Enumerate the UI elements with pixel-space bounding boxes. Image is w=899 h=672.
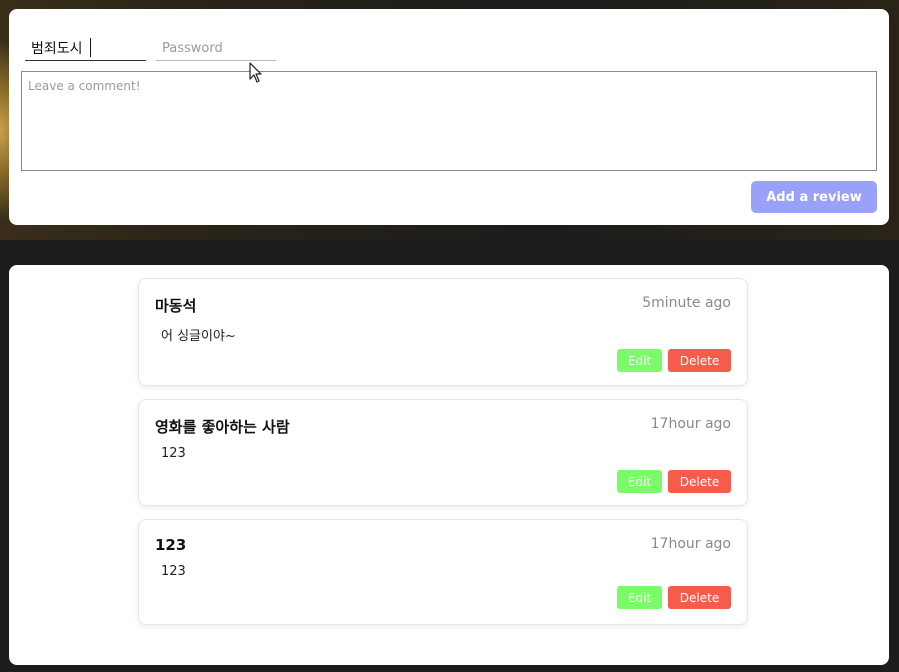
review-time: 5minute ago	[642, 295, 731, 311]
password-input[interactable]	[156, 35, 276, 61]
text-caret	[90, 38, 91, 57]
review-content: 어 싱글이야~	[161, 329, 236, 344]
review-card: 123 17hour ago 123 Edit Delete	[138, 519, 748, 625]
name-input[interactable]	[25, 35, 146, 61]
edit-button[interactable]: Edit	[617, 470, 662, 493]
reviews-list-panel: 마동석 5minute ago 어 싱글이야~ Edit Delete 영화를 …	[9, 265, 889, 665]
delete-button[interactable]: Delete	[668, 470, 731, 493]
edit-button[interactable]: Edit	[617, 349, 662, 372]
add-review-button[interactable]: Add a review	[751, 181, 877, 213]
review-time: 17hour ago	[650, 416, 731, 432]
review-author: 마동석	[155, 297, 197, 315]
edit-button[interactable]: Edit	[617, 586, 662, 609]
review-time: 17hour ago	[650, 536, 731, 552]
review-author: 영화를 좋아하는 사람	[155, 418, 290, 436]
delete-button[interactable]: Delete	[668, 349, 731, 372]
review-card: 영화를 좋아하는 사람 17hour ago 123 Edit Delete	[138, 399, 748, 506]
review-content: 123	[161, 446, 186, 461]
review-form-panel: Add a review	[9, 9, 889, 225]
review-card: 마동석 5minute ago 어 싱글이야~ Edit Delete	[138, 278, 748, 386]
comment-textarea[interactable]	[21, 71, 877, 171]
review-author: 123	[155, 536, 187, 554]
mouse-cursor-icon	[249, 62, 262, 83]
delete-button[interactable]: Delete	[668, 586, 731, 609]
review-content: 123	[161, 564, 186, 579]
